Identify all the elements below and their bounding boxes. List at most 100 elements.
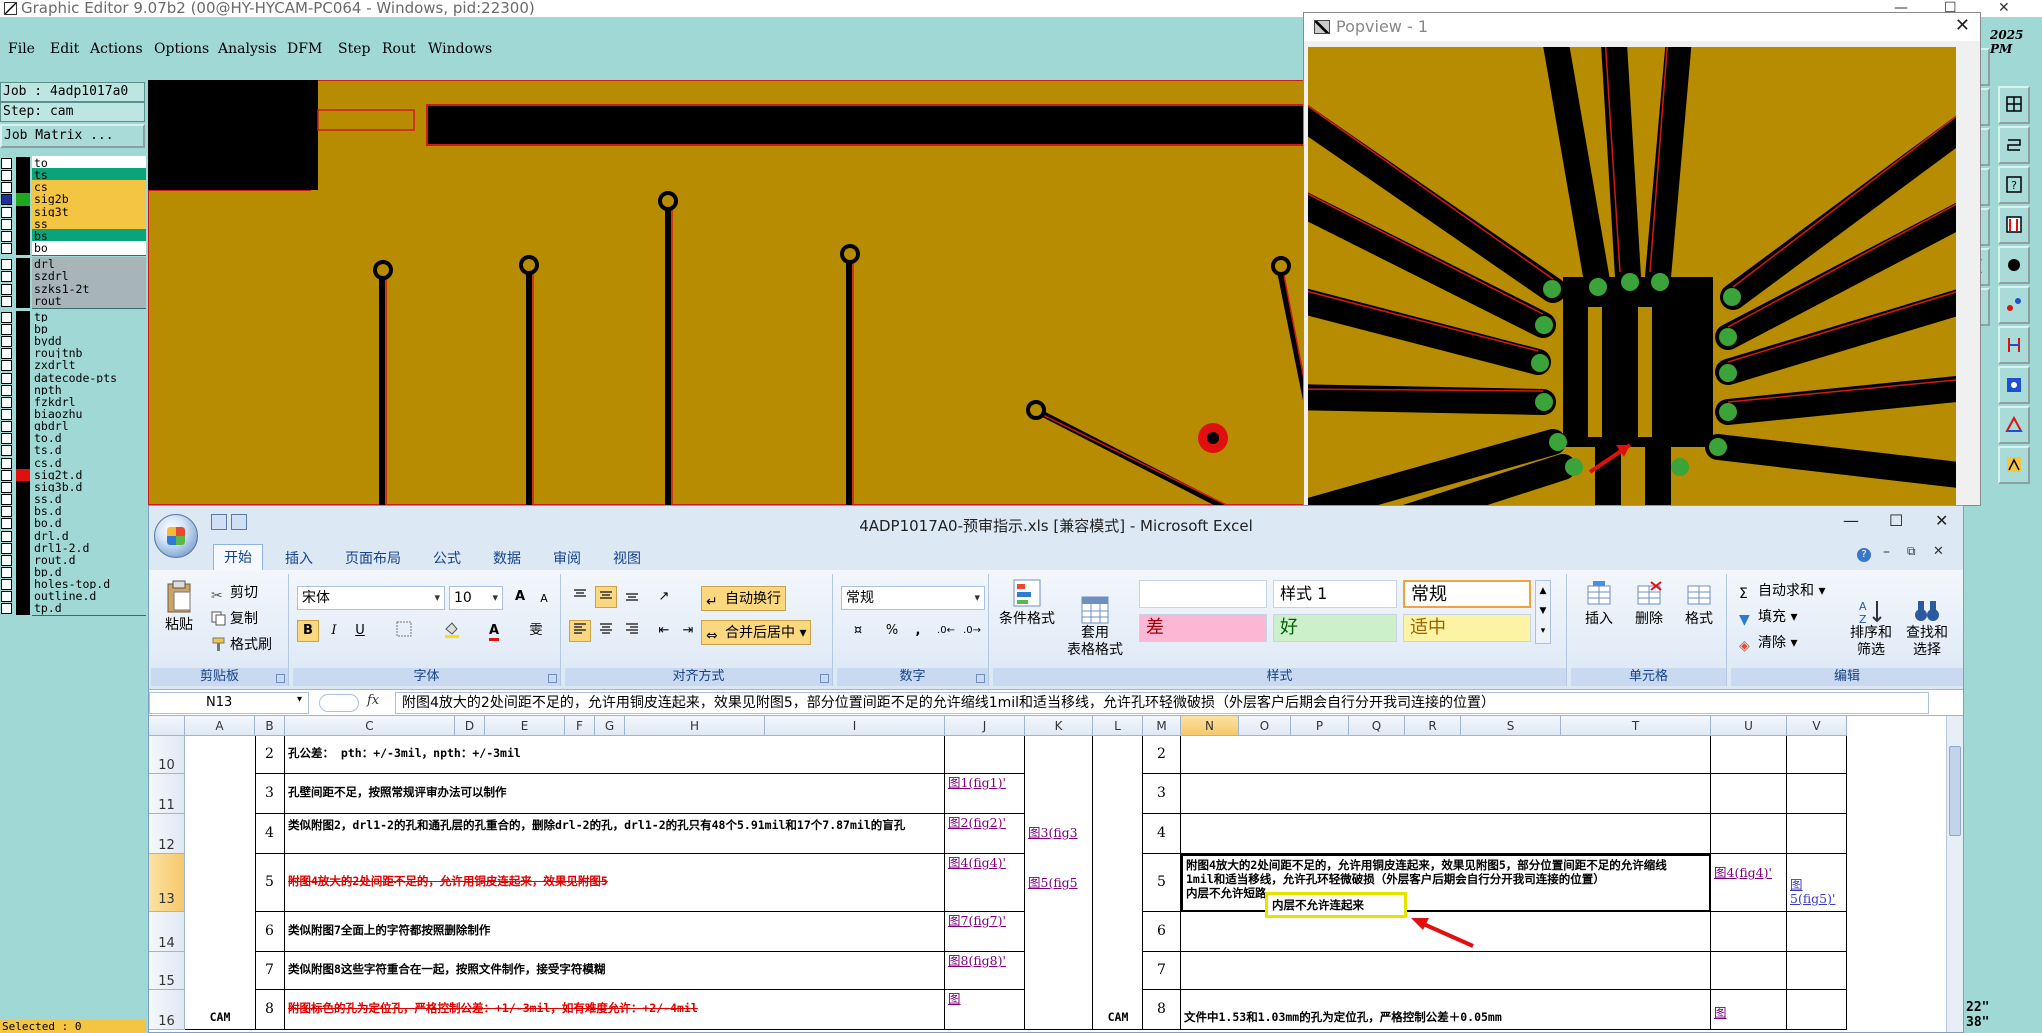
- column-header-l[interactable]: L: [1093, 716, 1143, 736]
- table-cell-response-link[interactable]: [1711, 952, 1787, 990]
- table-cell-index[interactable]: 6: [255, 912, 285, 952]
- alignment-launcher-icon[interactable]: [820, 674, 829, 683]
- table-cell-index[interactable]: 5: [255, 854, 285, 912]
- table-cell-index-right[interactable]: 7: [1143, 952, 1181, 990]
- align-right-button[interactable]: [621, 620, 643, 642]
- pad-tool[interactable]: [1998, 246, 2030, 284]
- worksheet-grid[interactable]: A B C D E F G H I J K L M N O P Q R S T U V 10 2 孔公差： pth：+/-3mi…: [149, 716, 1963, 1032]
- clipboard-launcher-icon[interactable]: [276, 674, 285, 683]
- currency-button[interactable]: ¤: [843, 620, 873, 642]
- ribbon-restore-icon[interactable]: ⧉: [1907, 544, 1916, 559]
- column-header-n[interactable]: N: [1181, 716, 1239, 736]
- vertical-scrollbar[interactable]: [1946, 716, 1963, 1032]
- column-header-f[interactable]: F: [565, 716, 595, 736]
- tab-page-layout[interactable]: 页面布局: [335, 546, 411, 570]
- table-cell-index-right[interactable]: 6: [1143, 912, 1181, 952]
- table-cell-figure-link[interactable]: 图4(fig4)': [945, 854, 1025, 912]
- style-neutral[interactable]: 适中: [1403, 614, 1531, 642]
- table-cell-figure-link[interactable]: 图7(fig7)': [945, 912, 1025, 952]
- table-cell-department-right[interactable]: [1093, 736, 1143, 1030]
- insert-cells-button[interactable]: 插入: [1577, 580, 1621, 628]
- route-tool[interactable]: [1998, 126, 2030, 164]
- underline-button[interactable]: U: [349, 620, 371, 642]
- column-header-g[interactable]: G: [595, 716, 625, 736]
- increase-decimal-button[interactable]: .0←: [935, 620, 957, 642]
- name-box-dropdown-icon[interactable]: ▾: [297, 694, 302, 705]
- net-tool[interactable]: [1998, 286, 2030, 324]
- table-cell-index[interactable]: 7: [255, 952, 285, 990]
- table-cell-index[interactable]: 4: [255, 814, 285, 854]
- tab-data[interactable]: 数据: [483, 546, 531, 570]
- paste-button[interactable]: 粘贴: [159, 580, 199, 634]
- menu-edit[interactable]: Edit: [50, 41, 79, 57]
- table-cell-response-extra[interactable]: [1787, 990, 1847, 1030]
- table-cell-instruction[interactable]: 孔壁间距不足，按照常规评审办法可以制作: [285, 774, 945, 814]
- active-cell-n13[interactable]: 附图4放大的2处间距不足的，允许用铜皮连起来，效果见附图5，部分位置间距不足的允…: [1181, 854, 1711, 912]
- copy-button[interactable]: 复制: [211, 608, 258, 628]
- column-header-j[interactable]: J: [945, 716, 1025, 736]
- figure-link-fig5-right[interactable]: 图5(fig5)': [1787, 854, 1847, 912]
- column-header-v[interactable]: V: [1787, 716, 1847, 736]
- layer-row[interactable]: rout: [0, 293, 146, 309]
- conditional-format-button[interactable]: 条件格式: [997, 578, 1057, 628]
- table-cell-response[interactable]: [1181, 952, 1711, 990]
- menu-options[interactable]: Options: [154, 41, 209, 57]
- table-cell-instruction[interactable]: 类似附图2，drl1-2的孔和通孔层的孔重合的，删除drl-2的孔，drl1-2…: [285, 814, 945, 854]
- column-header-o[interactable]: O: [1239, 716, 1291, 736]
- save-icon[interactable]: [211, 514, 227, 530]
- table-cell-instruction[interactable]: 附图4放大的2处间距不足的，允许用铜皮连起来，效果见附图5: [285, 854, 945, 912]
- comma-button[interactable]: ,: [907, 620, 929, 642]
- figure-link-fig4[interactable]: 图4(fig4)': [1711, 854, 1787, 912]
- layer-row[interactable]: bo: [0, 241, 146, 257]
- column-header-c[interactable]: C: [285, 716, 455, 736]
- style-good[interactable]: 好: [1273, 614, 1397, 642]
- menu-dfm[interactable]: DFM: [287, 41, 322, 57]
- flip-tool[interactable]: [1998, 326, 2030, 364]
- table-cell-index-right[interactable]: 3: [1143, 774, 1181, 814]
- percent-button[interactable]: %: [881, 620, 903, 642]
- font-launcher-icon[interactable]: [548, 674, 557, 683]
- align-middle-button[interactable]: [595, 586, 617, 608]
- row-header[interactable]: 13: [149, 854, 185, 912]
- table-cell-response-link[interactable]: [1711, 774, 1787, 814]
- column-header-t[interactable]: T: [1561, 716, 1711, 736]
- font-size-select[interactable]: 10: [449, 586, 503, 610]
- style-blank[interactable]: [1139, 580, 1267, 608]
- grow-font-button[interactable]: A: [509, 586, 531, 608]
- column-header-e[interactable]: E: [485, 716, 565, 736]
- excel-minimize-icon[interactable]: —: [1843, 511, 1859, 530]
- merge-center-button[interactable]: ⇔ 合并后居中 ▾: [701, 620, 812, 645]
- table-cell-index-right[interactable]: 5: [1143, 854, 1181, 912]
- delete-cells-button[interactable]: 删除: [1627, 580, 1671, 628]
- menu-actions[interactable]: Actions: [90, 41, 143, 57]
- layer-checkbox[interactable]: [1, 603, 12, 615]
- grid-tool[interactable]: [1998, 86, 2030, 124]
- column-header-d[interactable]: D: [455, 716, 485, 736]
- align-bottom-button[interactable]: [621, 586, 643, 608]
- excel-maximize-icon[interactable]: ☐: [1889, 511, 1903, 530]
- border-button[interactable]: [393, 620, 415, 642]
- table-cell-response-16[interactable]: 文件中1.53和1.03mm的孔为定位孔，严格控制公差＋0.05mm: [1181, 990, 1711, 1030]
- format-painter-button[interactable]: 格式刷: [211, 634, 272, 654]
- undo-icon[interactable]: [231, 514, 247, 530]
- decrease-indent-button[interactable]: ⇤: [653, 620, 675, 642]
- row-header[interactable]: 12: [149, 814, 185, 854]
- layer-checkbox[interactable]: [1, 243, 12, 255]
- phonetic-button[interactable]: 雯: [525, 620, 547, 642]
- number-launcher-icon[interactable]: [976, 674, 985, 683]
- name-box[interactable]: N13: [149, 692, 309, 714]
- column-header-h[interactable]: H: [625, 716, 765, 736]
- menu-windows[interactable]: Windows: [428, 41, 492, 57]
- row-header[interactable]: 10: [149, 736, 185, 774]
- office-button[interactable]: [154, 514, 198, 558]
- popview-canvas[interactable]: [1308, 47, 1956, 505]
- table-cell-response-link[interactable]: [1711, 912, 1787, 952]
- column-header-m[interactable]: M: [1143, 716, 1181, 736]
- column-header-k[interactable]: K: [1025, 716, 1093, 736]
- align-center-button[interactable]: [595, 620, 617, 642]
- table-cell-response-extra[interactable]: [1787, 736, 1847, 774]
- array-tool[interactable]: [1998, 366, 2030, 404]
- close-icon[interactable]: ✕: [1998, 0, 2010, 17]
- increase-indent-button[interactable]: ⇥: [677, 620, 699, 642]
- excel-close-icon[interactable]: ✕: [1935, 511, 1948, 530]
